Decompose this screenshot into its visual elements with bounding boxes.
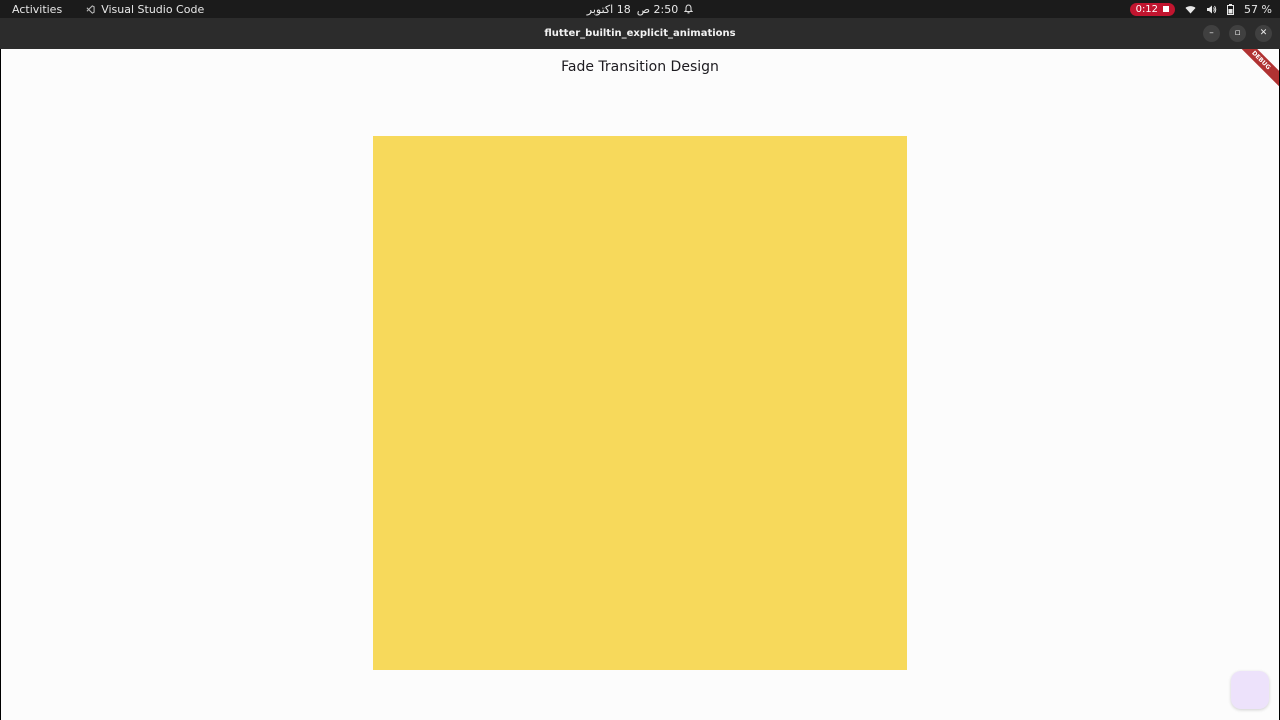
focused-app-menu[interactable]: Visual Studio Code [86, 3, 204, 16]
stop-recording-icon [1163, 6, 1170, 12]
volume-icon[interactable] [1206, 5, 1217, 14]
wifi-icon[interactable] [1185, 5, 1196, 14]
focused-app-label: Visual Studio Code [101, 2, 205, 16]
window-title-bar[interactable]: flutter_builtin_explicit_animations – ▫ … [0, 18, 1280, 49]
window-title: flutter_builtin_explicit_animations [544, 28, 736, 39]
floating-action-button[interactable] [1231, 671, 1269, 709]
clock-date[interactable]: 18 اكتوبر [587, 3, 631, 16]
recording-time: 0:12 [1135, 3, 1159, 15]
vscode-icon [86, 4, 95, 14]
flutter-app-window: Fade Transition Design DEBUG [1, 49, 1279, 720]
battery-percentage: 57 % [1244, 2, 1272, 16]
maximize-button[interactable]: ▫ [1229, 25, 1246, 42]
screen-recording-indicator[interactable]: 0:12 [1129, 2, 1176, 16]
fade-transition-box [373, 136, 907, 670]
minimize-button[interactable]: – [1203, 25, 1220, 42]
clock-time[interactable]: 2:50 ص [637, 3, 679, 16]
alarm-bell-icon [684, 4, 694, 14]
activities-button[interactable]: Activities [12, 3, 62, 16]
battery-icon[interactable] [1227, 3, 1235, 15]
app-bar-title: Fade Transition Design [561, 59, 719, 75]
close-button[interactable]: ✕ [1255, 25, 1272, 42]
system-top-bar: Activities Visual Studio Code 18 اكتوبر … [0, 0, 1280, 18]
